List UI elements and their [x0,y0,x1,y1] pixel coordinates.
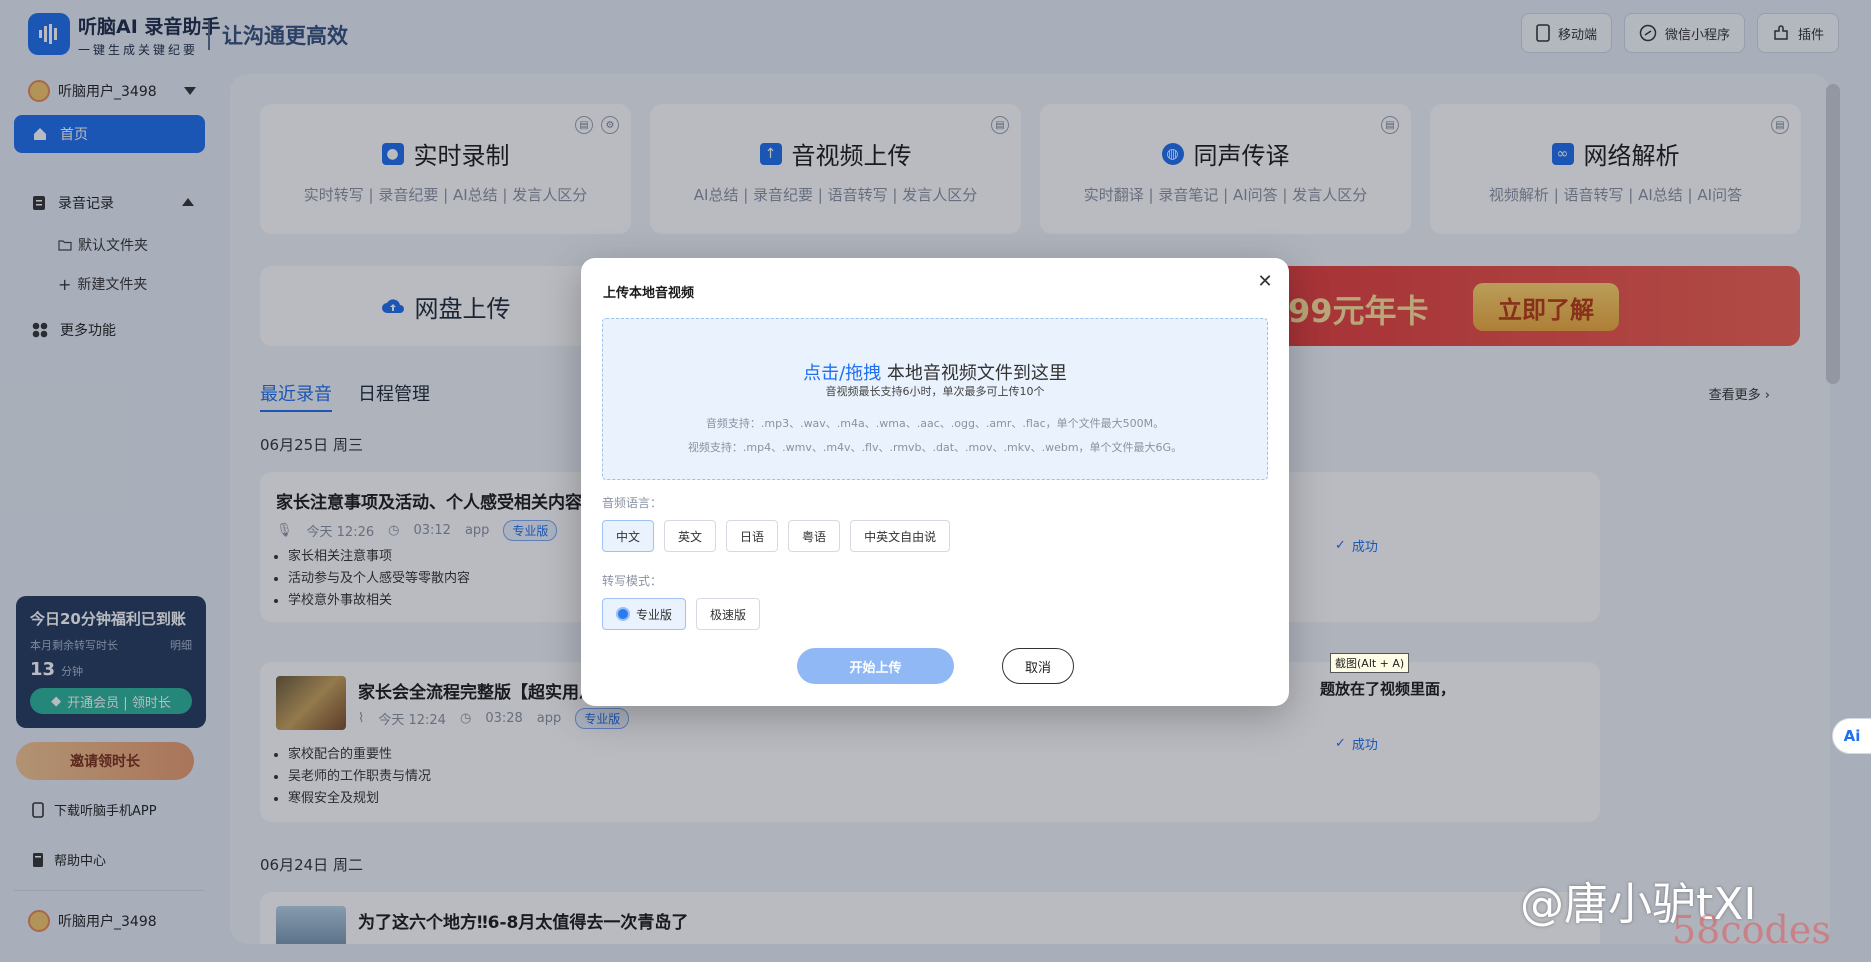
mode-label: 转写模式： [602,574,663,588]
cancel-button[interactable]: 取消 [1002,648,1074,684]
file-drop-zone[interactable]: 点击/拖拽 本地音视频文件到这里 音视频最长支持6小时，单次最多可上传10个 音… [602,318,1268,480]
ai-assistant-button[interactable]: Ai [1832,718,1871,754]
language-option-chinese[interactable]: 中文 [602,520,655,552]
drop-hint: 音视频最长支持6小时，单次最多可上传10个 [825,385,1045,398]
audio-formats: 音频支持：.mp3、.wav、.m4a、.wma、.aac、.ogg、.amr、… [705,417,1165,430]
video-formats: 视频支持：.mp4、.wmv、.m4v、.flv、.rmvb、.dat、.mov… [687,441,1183,454]
pro-badge-icon [616,607,630,621]
close-icon[interactable]: ✕ [1255,272,1275,292]
language-option-mixed[interactable]: 中英文自由说 [850,520,951,552]
drop-link[interactable]: 点击/拖拽 [803,363,881,384]
dialog-title: 上传本地音视频 [603,286,695,301]
language-label: 音频语言： [602,496,663,510]
drop-text: 本地音视频文件到这里 [881,363,1067,384]
screenshot-tooltip: 截图(Alt + A) [1330,653,1410,673]
language-option-english[interactable]: 英文 [664,520,717,552]
watermark-secondary: 58codes [1672,908,1831,952]
language-option-japanese[interactable]: 日语 [726,520,779,552]
language-options: 中文 英文 日语 粤语 中英文自由说 [602,520,951,552]
mode-label-pro: 专业版 [636,607,673,622]
mode-options: 专业版 极速版 [602,598,761,630]
language-option-cantonese[interactable]: 粤语 [788,520,841,552]
mode-option-pro[interactable]: 专业版 [602,598,687,630]
mode-option-fast[interactable]: 极速版 [696,598,761,630]
upload-dialog: 上传本地音视频 ✕ 点击/拖拽 本地音视频文件到这里 音视频最长支持6小时，单次… [581,258,1289,706]
start-upload-button[interactable]: 开始上传 [797,648,954,684]
